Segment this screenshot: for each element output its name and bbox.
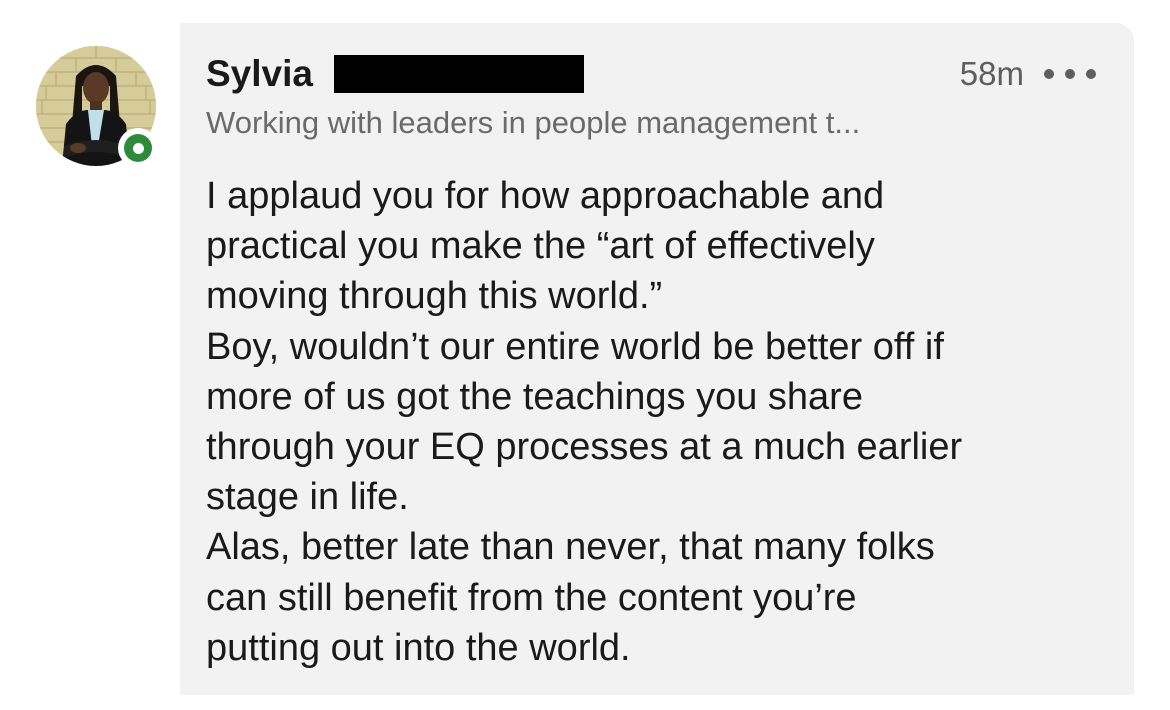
comment-line: moving through this world.” (206, 275, 663, 318)
comment-header: Sylvia 58m (206, 53, 1098, 95)
comment-line: stage in life. (206, 476, 409, 519)
comment-line: practical you make the “art of effective… (206, 225, 875, 268)
redaction-bar (334, 55, 584, 93)
comment-line: Boy, wouldn’t our entire world be better… (206, 325, 944, 368)
comment-line: Alas, better late than never, that many … (206, 526, 935, 569)
comment-line: through your EQ processes at a much earl… (206, 426, 963, 469)
author-name[interactable]: Sylvia (206, 53, 313, 95)
comment-line: can still benefit from the content you’r… (206, 576, 857, 619)
more-options-icon[interactable] (1044, 53, 1096, 95)
comment-text: I applaud you for how approachable and p… (206, 171, 1106, 673)
author-headline: Working with leaders in people managemen… (206, 105, 861, 140)
comment-line: more of us got the teachings you share (206, 375, 863, 418)
comment-line: I applaud you for how approachable and (206, 175, 885, 217)
comment-line: putting out into the world. (206, 626, 631, 669)
online-status-icon (118, 128, 158, 168)
comment-timestamp: 58m (959, 55, 1024, 92)
comment-bubble: Sylvia 58m Working with leaders in peopl… (180, 23, 1134, 695)
comment: Sylvia 58m Working with leaders in peopl… (0, 0, 1170, 710)
